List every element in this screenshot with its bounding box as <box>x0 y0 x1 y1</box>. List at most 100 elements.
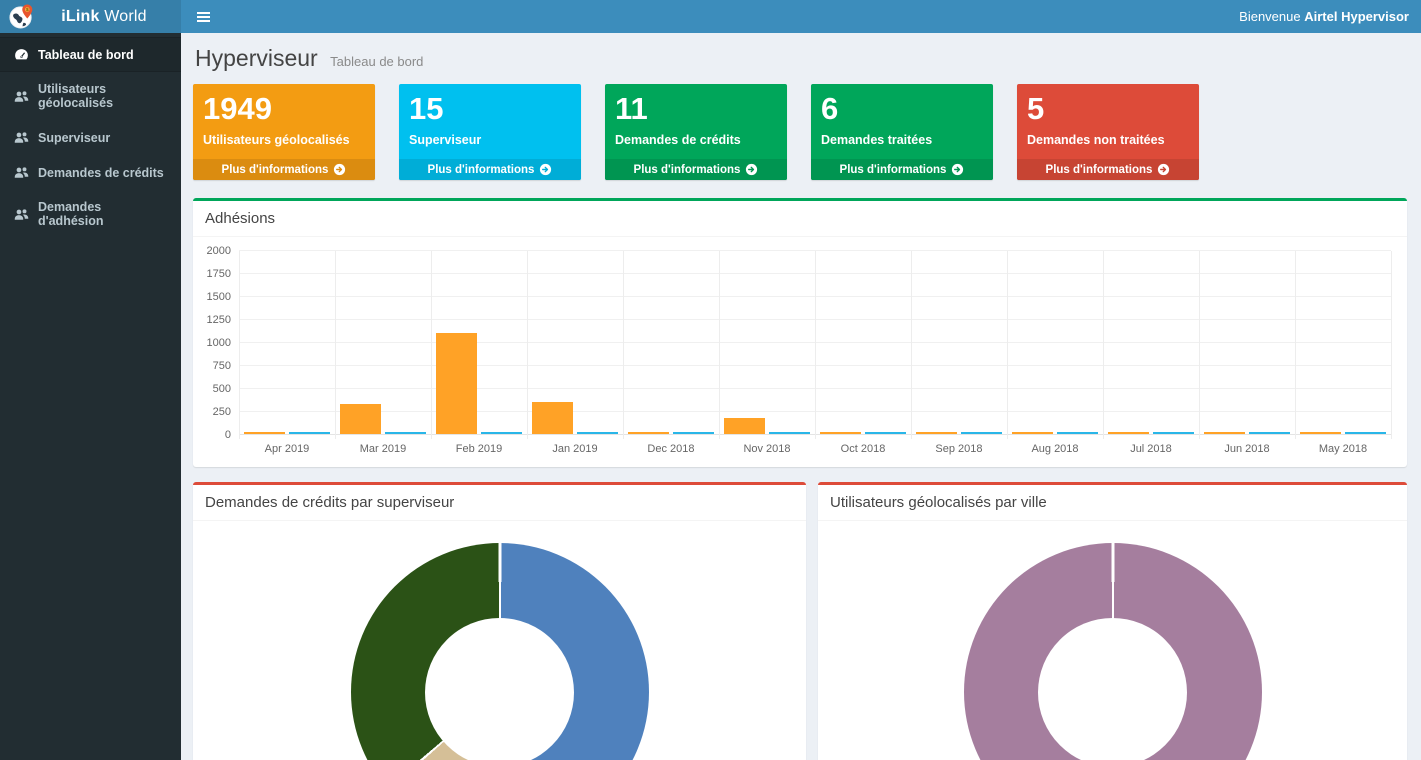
users-by-city-box: Utilisateurs géolocalisés par ville <box>818 482 1407 760</box>
sidebar-item-utilisateurs-geolocalises[interactable]: Utilisateurs géolocalisés <box>0 72 181 120</box>
user-name: Airtel Hypervisor <box>1304 9 1409 24</box>
bar-orange-jul-2018[interactable] <box>1108 432 1148 434</box>
arrow-circle-right-icon <box>539 163 552 176</box>
arrow-circle-right-icon <box>951 163 964 176</box>
breadcrumb: Tableau de bord <box>330 54 423 69</box>
bar-orange-sep-2018[interactable] <box>916 432 956 434</box>
x-axis-tick-label: Jul 2018 <box>1103 443 1199 455</box>
more-info-link[interactable]: Plus d'informations <box>193 159 375 180</box>
more-info-link[interactable]: Plus d'informations <box>1017 159 1199 180</box>
adhesions-bar-chart[interactable]: 025050075010001250150017502000Apr 2019Ma… <box>203 247 1397 457</box>
sidebar-item-demandes-de-credits[interactable]: Demandes de crédits <box>0 155 181 190</box>
more-info-link[interactable]: Plus d'informations <box>399 159 581 180</box>
x-axis-tick-label: Mar 2019 <box>335 443 431 455</box>
more-info-label: Plus d'informations <box>840 164 947 176</box>
bar-orange-oct-2018[interactable] <box>820 432 860 434</box>
x-axis-tick-label: Sep 2018 <box>911 443 1007 455</box>
x-axis-tick-label: Apr 2019 <box>239 443 335 455</box>
more-info-label: Plus d'informations <box>222 164 329 176</box>
users-icon <box>14 130 29 145</box>
more-info-label: Plus d'informations <box>428 164 535 176</box>
gridline <box>1391 251 1392 439</box>
stat-value: 11 <box>615 91 777 127</box>
users-icon <box>14 165 29 180</box>
globe-pin-logo-icon: $ <box>8 3 35 30</box>
users-icon <box>14 207 29 222</box>
y-axis-tick-label: 1750 <box>203 268 231 280</box>
credits-by-supervisor-box: Demandes de crédits par superviseur <box>193 482 806 760</box>
bar-orange-apr-2019[interactable] <box>244 432 284 434</box>
bar-orange-feb-2019[interactable] <box>436 333 476 434</box>
y-axis-tick-label: 1000 <box>203 337 231 349</box>
stat-cards-row: 1949 Utilisateurs géolocalisés Plus d'in… <box>193 84 1407 180</box>
bar-blue-aug-2018[interactable] <box>1057 432 1097 434</box>
y-axis-tick-label: 1500 <box>203 291 231 303</box>
bar-blue-jun-2018[interactable] <box>1249 432 1289 434</box>
sidebar-item-superviseur[interactable]: Superviseur <box>0 120 181 155</box>
bar-blue-oct-2018[interactable] <box>865 432 905 434</box>
sidebar: $ iLink World Tableau de bord Utilisateu… <box>0 0 181 760</box>
arrow-circle-right-icon <box>333 163 346 176</box>
sidebar-item-label: Demandes de crédits <box>38 166 164 180</box>
sidebar-item-tableau-de-bord[interactable]: Tableau de bord <box>0 37 181 72</box>
x-axis-tick-label: Feb 2019 <box>431 443 527 455</box>
y-axis-tick-label: 0 <box>203 429 231 441</box>
sidebar-item-demandes-d-adhesion[interactable]: Demandes d'adhésion <box>0 190 181 238</box>
users-by-city-donut-chart[interactable] <box>964 543 1262 760</box>
bar-blue-jan-2019[interactable] <box>577 432 617 434</box>
bar-orange-dec-2018[interactable] <box>628 432 668 434</box>
page-header: Hyperviseur Tableau de bord <box>193 33 1407 82</box>
y-axis-tick-label: 250 <box>203 406 231 418</box>
stat-label: Demandes traitées <box>821 133 983 147</box>
x-axis-tick-label: Jun 2018 <box>1199 443 1295 455</box>
x-axis-tick-label: Jan 2019 <box>527 443 623 455</box>
stat-card-demandes-traitees: 6 Demandes traitées Plus d'informations <box>811 84 993 180</box>
stat-card-demandes-de-credits: 11 Demandes de crédits Plus d'informatio… <box>605 84 787 180</box>
gridline <box>239 251 240 439</box>
svg-text:$: $ <box>26 7 29 13</box>
sidebar-item-label: Superviseur <box>38 131 110 145</box>
bar-blue-nov-2018[interactable] <box>769 432 809 434</box>
more-info-link[interactable]: Plus d'informations <box>605 159 787 180</box>
arrow-circle-right-icon <box>1157 163 1170 176</box>
bar-orange-mar-2019[interactable] <box>340 404 380 434</box>
bar-blue-may-2018[interactable] <box>1345 432 1385 434</box>
users-icon <box>14 89 29 104</box>
box-title: Utilisateurs géolocalisés par ville <box>818 485 1407 521</box>
plot-area[interactable]: Apr 2019Mar 2019Feb 2019Jan 2019Dec 2018… <box>239 251 1391 435</box>
bar-blue-apr-2019[interactable] <box>289 432 329 434</box>
stat-value: 6 <box>821 91 983 127</box>
box-title: Demandes de crédits par superviseur <box>193 485 806 521</box>
stat-card-superviseur: 15 Superviseur Plus d'informations <box>399 84 581 180</box>
welcome-prefix: Bienvenue <box>1239 9 1300 24</box>
stat-label: Utilisateurs géolocalisés <box>203 133 365 147</box>
y-axis-tick-label: 2000 <box>203 245 231 257</box>
x-axis-tick-label: May 2018 <box>1295 443 1391 455</box>
bar-orange-aug-2018[interactable] <box>1012 432 1052 434</box>
brand-name: iLink World <box>35 8 173 26</box>
gridline <box>431 251 432 439</box>
welcome-user[interactable]: Bienvenue Airtel Hypervisor <box>1239 9 1421 24</box>
bar-orange-jan-2019[interactable] <box>532 402 572 434</box>
bar-blue-dec-2018[interactable] <box>673 432 713 434</box>
sidebar-item-label: Tableau de bord <box>38 48 134 62</box>
hamburger-icon[interactable] <box>181 0 225 33</box>
bar-blue-feb-2019[interactable] <box>481 432 521 434</box>
bar-orange-nov-2018[interactable] <box>724 418 764 434</box>
y-axis-tick-label: 500 <box>203 383 231 395</box>
bar-orange-jun-2018[interactable] <box>1204 432 1244 434</box>
bar-orange-may-2018[interactable] <box>1300 432 1340 434</box>
x-axis-tick-label: Oct 2018 <box>815 443 911 455</box>
brand[interactable]: $ iLink World <box>0 0 181 33</box>
bar-blue-mar-2019[interactable] <box>385 432 425 434</box>
bar-blue-jul-2018[interactable] <box>1153 432 1193 434</box>
stat-value: 5 <box>1027 91 1189 127</box>
sidebar-item-label: Demandes d'adhésion <box>38 200 167 228</box>
top-navbar: Bienvenue Airtel Hypervisor <box>181 0 1421 33</box>
more-info-link[interactable]: Plus d'informations <box>811 159 993 180</box>
sidebar-menu: Tableau de bord Utilisateurs géolocalisé… <box>0 33 181 238</box>
credits-by-supervisor-donut-chart[interactable] <box>351 543 649 760</box>
stat-label: Superviseur <box>409 133 571 147</box>
gridline <box>1007 251 1008 439</box>
bar-blue-sep-2018[interactable] <box>961 432 1001 434</box>
